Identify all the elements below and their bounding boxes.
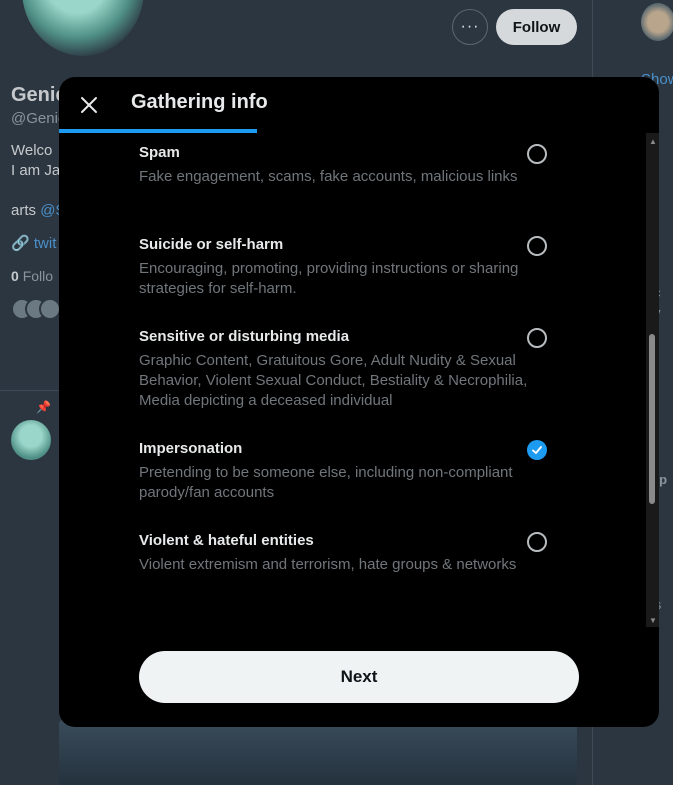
next-button[interactable]: Next: [139, 651, 579, 703]
radio-button[interactable]: [527, 532, 547, 552]
option-title: Suicide or self-harm: [139, 236, 284, 253]
profile-bio-line: I am Ja: [11, 162, 61, 179]
option-description: Encouraging, promoting, providing instru…: [139, 260, 519, 297]
checkmark-icon: [532, 446, 542, 454]
radio-checked[interactable]: [527, 440, 547, 460]
post-avatar[interactable]: [11, 420, 51, 460]
user-avatar[interactable]: [641, 3, 673, 41]
option-description: Pretending to be someone else, including…: [139, 464, 513, 501]
report-option[interactable]: Suicide or self-harm Encouraging, promoti…: [139, 235, 559, 299]
option-title: Sensitive or disturbing media: [139, 328, 350, 345]
radio-button[interactable]: [527, 144, 547, 164]
radio-button[interactable]: [527, 328, 547, 348]
scrollbar[interactable]: ▲ ▼: [646, 133, 659, 627]
report-modal: Gathering info Spam Fake engagement, scam…: [59, 77, 659, 727]
report-option[interactable]: Spam Fake engagement, scams, fake account…: [139, 143, 559, 187]
profile-handle: @Genie: [11, 110, 67, 127]
report-option[interactable]: Sensitive or disturbing media Graphic Con…: [139, 327, 559, 411]
profile-bio-arts: arts @S: [11, 202, 65, 219]
report-option[interactable]: Violent & hateful entities Violent extrem…: [139, 531, 559, 575]
following-number: 0: [11, 268, 19, 284]
close-icon: [81, 97, 97, 113]
scroll-down-arrow-icon[interactable]: ▼: [649, 616, 657, 625]
more-options-button[interactable]: ···: [452, 9, 488, 45]
option-description: Violent extremism and terrorism, hate gr…: [139, 556, 517, 573]
following-count[interactable]: 0 Follo: [11, 268, 53, 284]
report-option[interactable]: Impersonation Pretending to be someone el…: [139, 439, 559, 503]
profile-bio-line: Welco: [11, 142, 53, 159]
following-label: Follo: [22, 268, 54, 284]
option-description: Graphic Content, Gratuitous Gore, Adult …: [139, 352, 528, 409]
report-options-list: Spam Fake engagement, scams, fake account…: [59, 133, 649, 627]
post-media[interactable]: [59, 720, 577, 785]
modal-title: Gathering info: [131, 91, 268, 113]
radio-button[interactable]: [527, 236, 547, 256]
arts-label: arts: [11, 202, 37, 219]
followers-you-know-avatars[interactable]: [11, 298, 61, 322]
option-title: Impersonation: [139, 440, 243, 457]
follow-button[interactable]: Follow: [496, 9, 577, 45]
option-title: Violent & hateful entities: [139, 532, 314, 549]
modal-header: Gathering info: [59, 77, 659, 133]
profile-link[interactable]: 🔗 twit: [11, 234, 56, 252]
profile-link-text: twit: [33, 235, 57, 252]
link-icon: 🔗: [11, 235, 30, 252]
pin-icon: 📌: [36, 400, 51, 414]
close-button[interactable]: [71, 87, 107, 123]
option-title: Spam: [139, 144, 180, 161]
scroll-up-arrow-icon[interactable]: ▲: [649, 137, 657, 146]
option-description: Fake engagement, scams, fake accounts, m…: [139, 168, 518, 185]
scroll-thumb[interactable]: [649, 334, 655, 504]
